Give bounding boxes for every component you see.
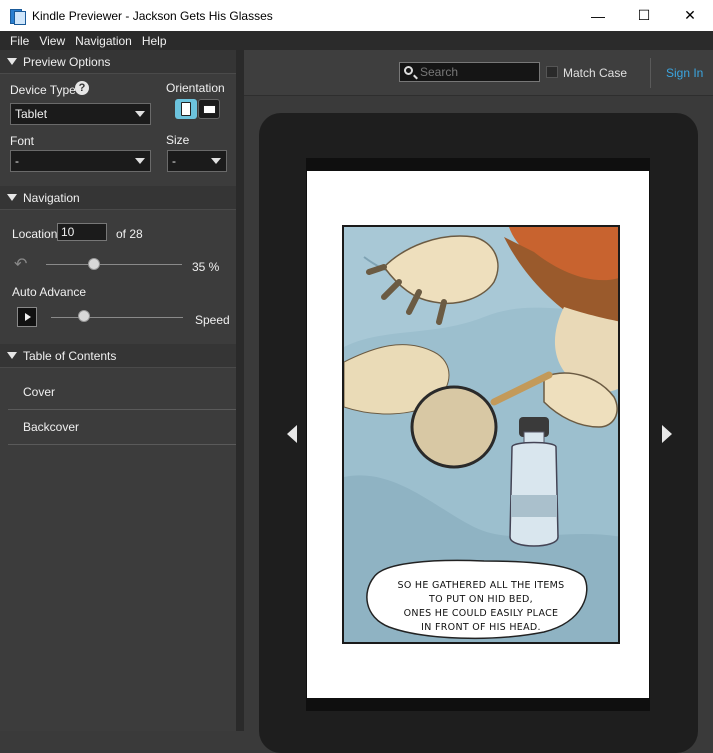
title-bar: Kindle Previewer - Jackson Gets His Glas… xyxy=(0,0,713,31)
orientation-label: Orientation xyxy=(166,81,225,95)
search-icon xyxy=(404,66,413,75)
chevron-down-icon xyxy=(211,158,221,164)
menu-view[interactable]: View xyxy=(36,34,72,48)
panel-divider[interactable] xyxy=(236,50,244,731)
navigation-header[interactable]: Navigation xyxy=(0,186,236,210)
menu-bar: File View Navigation Help xyxy=(0,31,713,50)
location-input[interactable]: 10 xyxy=(57,223,107,241)
help-icon[interactable]: ? xyxy=(75,81,89,95)
toc-item-backcover[interactable]: Backcover xyxy=(8,410,236,445)
preview-options-header[interactable]: Preview Options xyxy=(0,50,236,74)
kindle-app-icon xyxy=(9,8,26,25)
toolbar-separator xyxy=(650,58,651,88)
portrait-icon xyxy=(181,102,191,116)
back-arrow-icon[interactable]: ↶ xyxy=(14,254,27,274)
previous-page-arrow-icon[interactable] xyxy=(287,425,297,443)
device-type-label: Device Type xyxy=(10,83,76,97)
sign-in-link[interactable]: Sign In xyxy=(666,66,703,80)
collapse-triangle-icon xyxy=(7,352,17,359)
search-input[interactable]: Search xyxy=(399,62,540,82)
caption-line: IN FRONT OF HIS HEAD. xyxy=(421,622,541,633)
toc-item-cover[interactable]: Cover xyxy=(8,375,236,410)
font-label: Font xyxy=(10,134,35,148)
navigation-title: Navigation xyxy=(23,190,80,205)
play-button[interactable] xyxy=(17,307,37,327)
device-type-value: Tablet xyxy=(15,107,48,121)
speed-slider-knob[interactable] xyxy=(78,310,90,322)
minimize-button[interactable]: — xyxy=(575,0,621,31)
progress-slider-knob[interactable] xyxy=(87,258,100,270)
menu-help[interactable]: Help xyxy=(139,34,174,48)
progress-percent: 35 % xyxy=(192,260,220,274)
portrait-orientation-button[interactable] xyxy=(175,99,197,119)
device-type-dropdown[interactable]: Tablet xyxy=(10,103,151,125)
speed-label: Speed xyxy=(195,313,230,327)
preview-options-title: Preview Options xyxy=(23,54,111,69)
speed-slider-track[interactable] xyxy=(51,317,183,318)
landscape-orientation-button[interactable] xyxy=(198,99,220,119)
toc-title: Table of Contents xyxy=(23,348,117,363)
font-value: - xyxy=(15,154,19,168)
maximize-button[interactable]: ☐ xyxy=(621,0,667,31)
size-value: - xyxy=(172,154,176,168)
auto-advance-label: Auto Advance xyxy=(12,285,87,299)
collapse-triangle-icon xyxy=(7,58,17,65)
chevron-down-icon xyxy=(135,158,145,164)
collapse-triangle-icon xyxy=(7,194,17,201)
progress-slider-track[interactable] xyxy=(46,264,182,265)
location-label: Location xyxy=(12,227,58,241)
menu-navigation[interactable]: Navigation xyxy=(72,34,139,48)
next-page-arrow-icon[interactable] xyxy=(662,425,672,443)
landscape-icon xyxy=(203,105,216,114)
left-panel: Preview Options Device Type ? Orientatio… xyxy=(0,50,236,731)
caption-line: ONES HE COULD EASILY PLACE xyxy=(403,608,559,619)
caption-line: TO PUT ON HID BED, xyxy=(429,594,533,605)
chevron-down-icon xyxy=(135,111,145,117)
font-dropdown[interactable]: - xyxy=(10,150,151,172)
location-total: of 28 xyxy=(116,227,143,241)
window-title: Kindle Previewer - Jackson Gets His Glas… xyxy=(32,8,273,23)
match-case-checkbox[interactable] xyxy=(546,66,558,78)
toc-header[interactable]: Table of Contents xyxy=(0,344,236,368)
match-case-label: Match Case xyxy=(563,66,628,80)
close-button[interactable]: ✕ xyxy=(667,0,713,31)
size-label: Size xyxy=(166,133,190,147)
menu-file[interactable]: File xyxy=(0,34,36,48)
viewer-toolbar: Search Match Case Sign In xyxy=(244,50,713,96)
caption-line: SO HE GATHERED ALL THE ITEMS xyxy=(397,580,565,591)
size-dropdown[interactable]: - xyxy=(167,150,227,172)
speech-bubble-caption: SO HE GATHERED ALL THE ITEMS TO PUT ON H… xyxy=(367,579,595,635)
